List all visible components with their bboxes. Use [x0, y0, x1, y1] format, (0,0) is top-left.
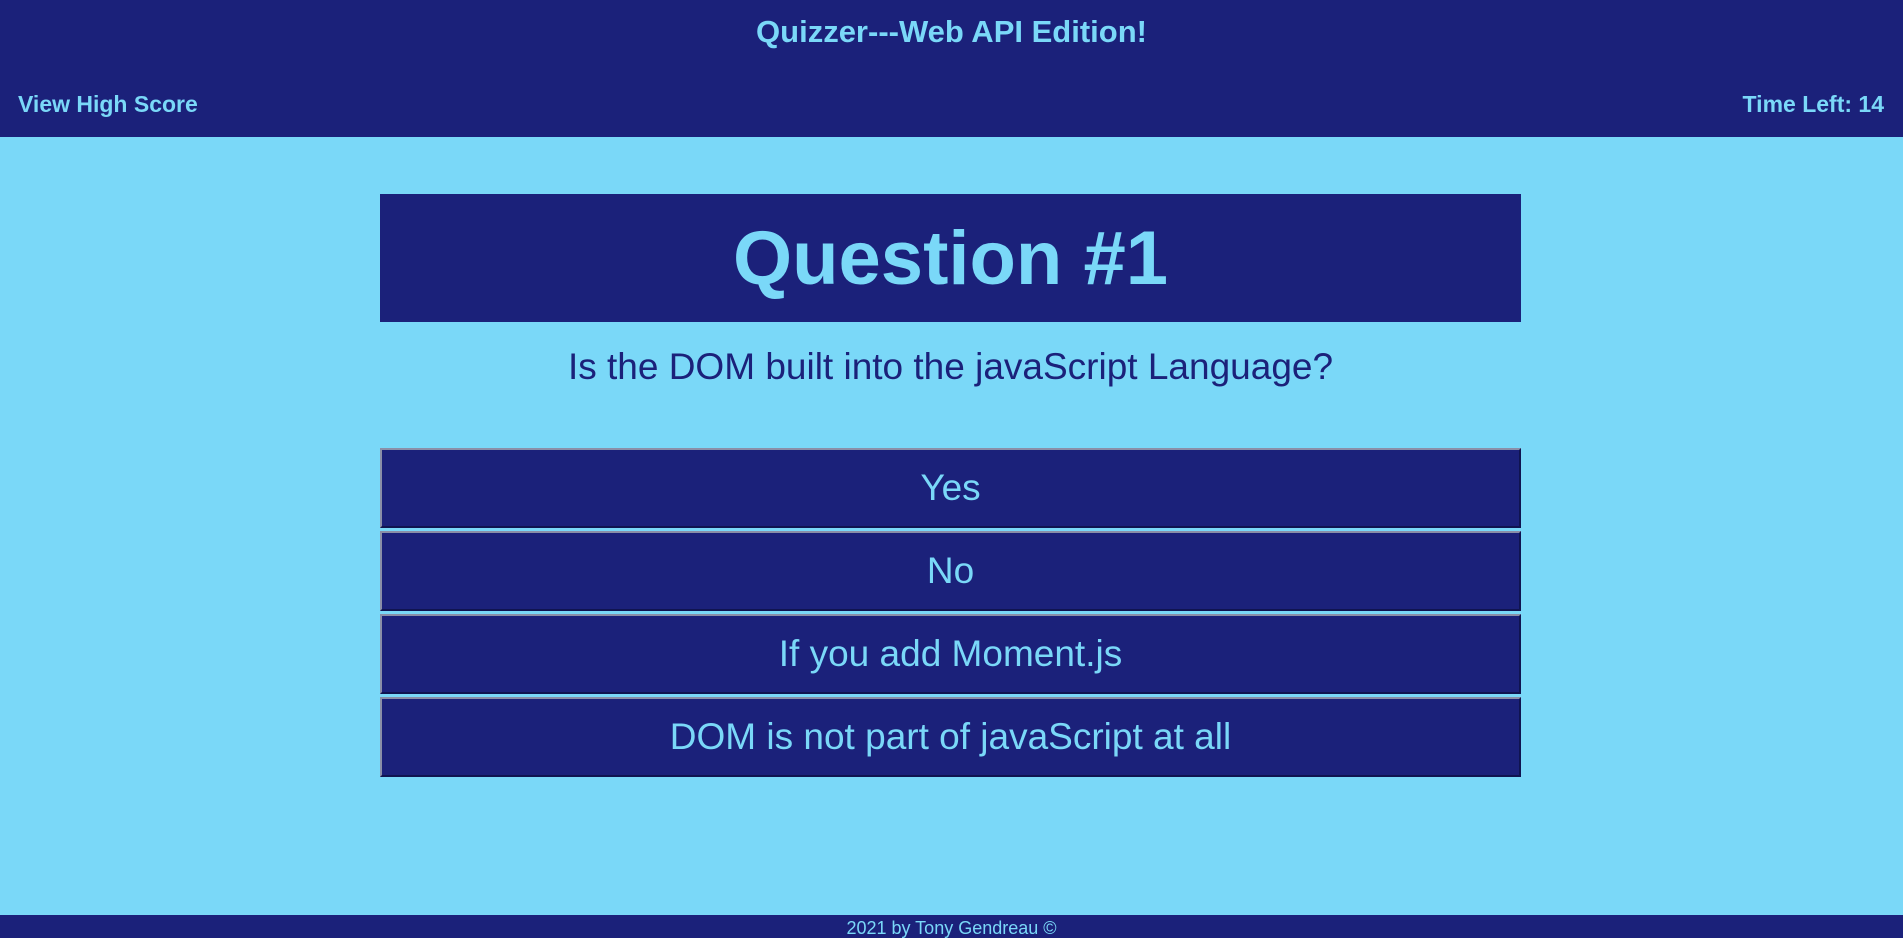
answer-button-4[interactable]: DOM is not part of javaScript at all [380, 697, 1521, 777]
answer-button-3[interactable]: If you add Moment.js [380, 614, 1521, 694]
view-high-score-link[interactable]: View High Score [18, 91, 198, 118]
question-text: Is the DOM built into the javaScript Lan… [567, 346, 1334, 387]
answer-button-2[interactable]: No [380, 531, 1521, 611]
quiz-card: Question #1 Is the DOM built into the ja… [380, 194, 1521, 780]
app-title: Quizzer---Web API Edition! [756, 14, 1147, 49]
question-number-heading: Question #1 [380, 194, 1521, 322]
page-footer: 2021 by Tony Gendreau © [0, 915, 1903, 938]
time-left-display: Time Left: 14 [1742, 91, 1884, 117]
quiz-page: Quizzer---Web API Edition! View High Sco… [0, 0, 1903, 938]
answer-button-1[interactable]: Yes [380, 448, 1521, 528]
answer-list: Yes No If you add Moment.js DOM is not p… [380, 448, 1521, 777]
top-header: Quizzer---Web API Edition! View High Sco… [0, 0, 1903, 137]
footer-copyright: 2021 by Tony Gendreau © [846, 918, 1057, 938]
